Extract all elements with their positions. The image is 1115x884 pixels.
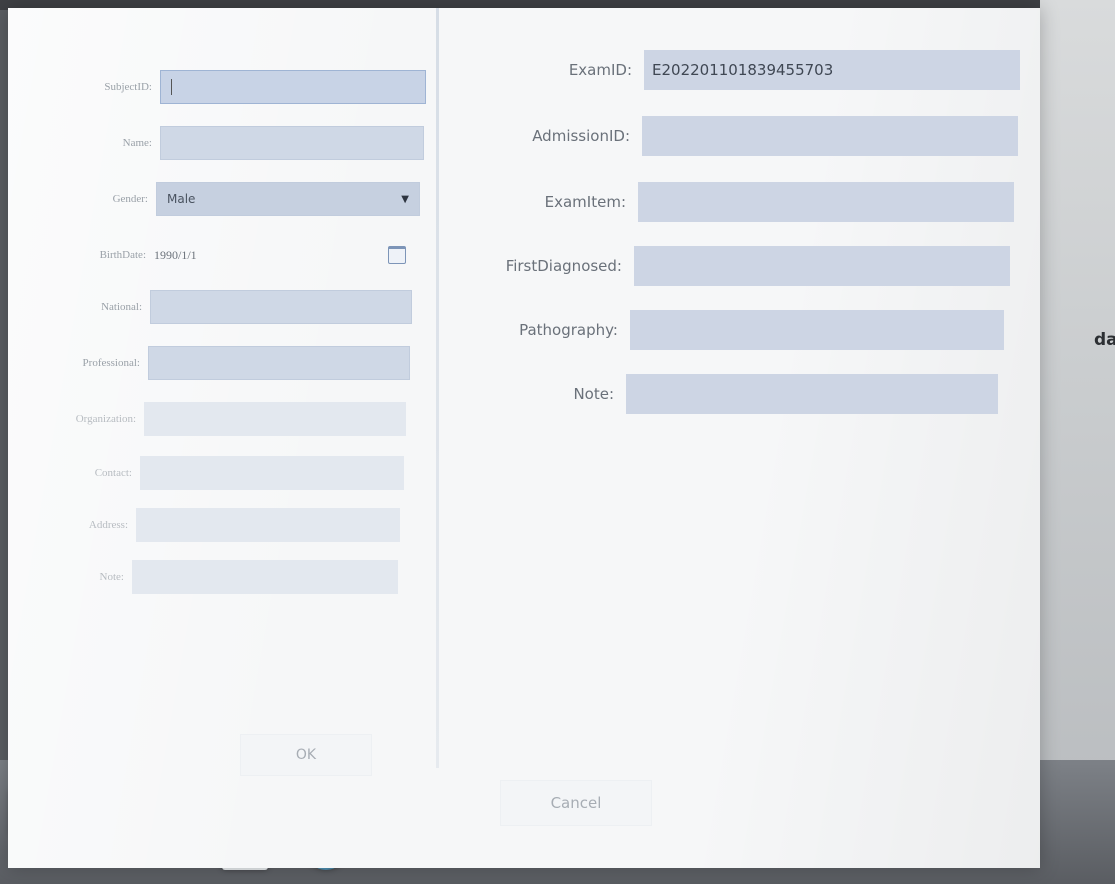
right-note-row: Note: — [460, 374, 998, 414]
organization-row: Organization: — [52, 402, 406, 436]
exam-item-label: ExamItem: — [544, 193, 626, 211]
admission-id-label: AdmissionID: — [532, 127, 630, 145]
gender-select[interactable]: Male ▼ — [156, 182, 420, 216]
name-label: Name: — [122, 137, 152, 149]
desktop-text-fragment: da — [1094, 330, 1115, 350]
panel-divider — [436, 8, 439, 768]
admission-id-input[interactable] — [642, 116, 1018, 156]
left-note-input[interactable] — [132, 560, 398, 594]
exam-id-input[interactable]: E202201101839455703 — [644, 50, 1020, 90]
exam-item-row: ExamItem: — [472, 182, 1014, 222]
pathography-label: Pathography: — [519, 321, 618, 339]
address-label: Address: — [88, 519, 128, 531]
exam-id-label: ExamID: — [568, 61, 632, 79]
gender-label: Gender: — [112, 193, 148, 205]
name-input[interactable] — [160, 126, 424, 160]
national-label: National: — [101, 301, 142, 313]
left-note-row: Note: — [40, 560, 398, 594]
cancel-button[interactable]: Cancel — [500, 780, 652, 826]
address-input[interactable] — [136, 508, 400, 542]
birth-date-row: BirthDate: 1990/1/1 — [64, 238, 416, 272]
birth-date-value: 1990/1/1 — [154, 247, 197, 262]
birth-date-picker[interactable]: 1990/1/1 — [154, 238, 416, 272]
professional-label: Professional: — [82, 357, 140, 369]
exam-id-row: ExamID: E202201101839455703 — [478, 50, 1020, 90]
admission-id-row: AdmissionID: — [476, 116, 1018, 156]
exam-id-value: E202201101839455703 — [652, 61, 834, 79]
national-row: National: — [60, 290, 412, 324]
professional-row: Professional: — [56, 346, 410, 380]
subject-id-row: SubjectID: — [68, 70, 426, 104]
contact-input[interactable] — [140, 456, 404, 490]
pathography-row: Pathography: — [464, 310, 1004, 350]
subject-id-label: SubjectID: — [104, 81, 152, 93]
gender-value: Male — [167, 192, 196, 206]
organization-label: Organization: — [75, 413, 136, 425]
left-note-label: Note: — [99, 571, 124, 583]
first-diagnosed-row: FirstDiagnosed: — [468, 246, 1010, 286]
address-row: Address: — [44, 508, 400, 542]
right-note-input[interactable] — [626, 374, 998, 414]
name-row: Name: — [68, 126, 424, 160]
ok-button[interactable]: OK — [240, 734, 372, 776]
exam-item-input[interactable] — [638, 182, 1014, 222]
subject-id-input[interactable] — [160, 70, 426, 104]
organization-input[interactable] — [144, 402, 406, 436]
birth-date-label: BirthDate: — [99, 249, 146, 261]
patient-info-dialog: SubjectID: Name: Gender: Male ▼ BirthDat… — [8, 8, 1040, 868]
first-diagnosed-input[interactable] — [634, 246, 1010, 286]
professional-input[interactable] — [148, 346, 410, 380]
contact-label: Contact: — [94, 467, 132, 479]
first-diagnosed-label: FirstDiagnosed: — [505, 257, 622, 275]
right-note-label: Note: — [573, 385, 614, 403]
text-cursor — [171, 79, 172, 95]
calendar-icon[interactable] — [388, 246, 406, 264]
chevron-down-icon: ▼ — [401, 193, 409, 205]
contact-row: Contact: — [48, 456, 404, 490]
gender-row: Gender: Male ▼ — [66, 182, 420, 216]
national-input[interactable] — [150, 290, 412, 324]
pathography-input[interactable] — [630, 310, 1004, 350]
desktop-background: da — [1040, 0, 1115, 884]
